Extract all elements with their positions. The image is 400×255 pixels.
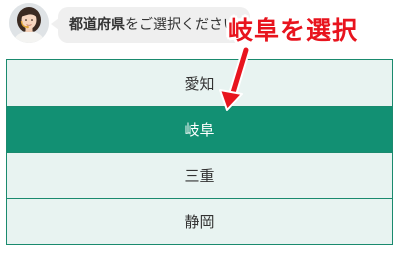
option-shizuoka[interactable]: 静岡	[7, 198, 392, 244]
speech-bubble: 都道府県をご選択ください	[58, 7, 250, 43]
operator-avatar	[9, 3, 49, 43]
option-label: 静岡	[184, 213, 215, 231]
option-label: 三重	[184, 167, 215, 185]
red-arrow-icon	[219, 45, 251, 111]
chat-form-widget: 都道府県をご選択ください 愛知 岐阜 三重 静岡 岐阜を選択	[0, 0, 400, 255]
option-aichi[interactable]: 愛知	[7, 60, 392, 106]
annotation-label: 岐阜を選択	[228, 16, 359, 45]
prompt-rest: をご選択くださ	[125, 17, 223, 33]
prefecture-option-list: 愛知 岐阜 三重 静岡	[6, 59, 393, 245]
prompt-text: 都道府県をご選択ください	[69, 16, 237, 34]
option-mie[interactable]: 三重	[7, 152, 392, 198]
option-gifu[interactable]: 岐阜	[7, 106, 392, 152]
prompt-bold: 都道府県	[69, 17, 125, 33]
